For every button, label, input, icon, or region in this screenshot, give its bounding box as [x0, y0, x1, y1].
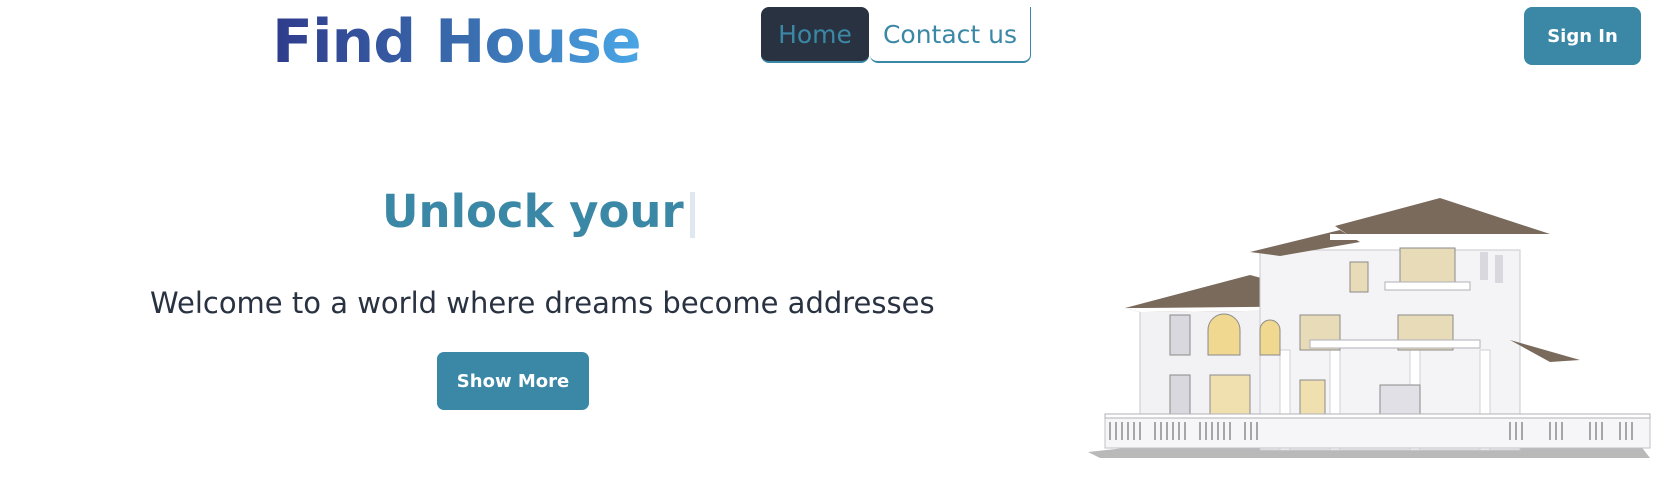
sign-in-button[interactable]: Sign In [1524, 7, 1641, 65]
site-logo[interactable]: Find House [272, 4, 642, 80]
nav-home-link[interactable]: Home [761, 7, 869, 63]
typing-caret [689, 192, 695, 238]
hero-headline: Unlock your [382, 182, 695, 242]
hero-headline-text: Unlock your [382, 185, 684, 238]
main-nav: Home Contact us [761, 7, 1031, 63]
house-illustration [1088, 198, 1651, 458]
hero-subtitle: Welcome to a world where dreams become a… [150, 286, 935, 320]
show-more-button[interactable]: Show More [437, 352, 589, 410]
nav-contact-link[interactable]: Contact us [870, 7, 1031, 63]
